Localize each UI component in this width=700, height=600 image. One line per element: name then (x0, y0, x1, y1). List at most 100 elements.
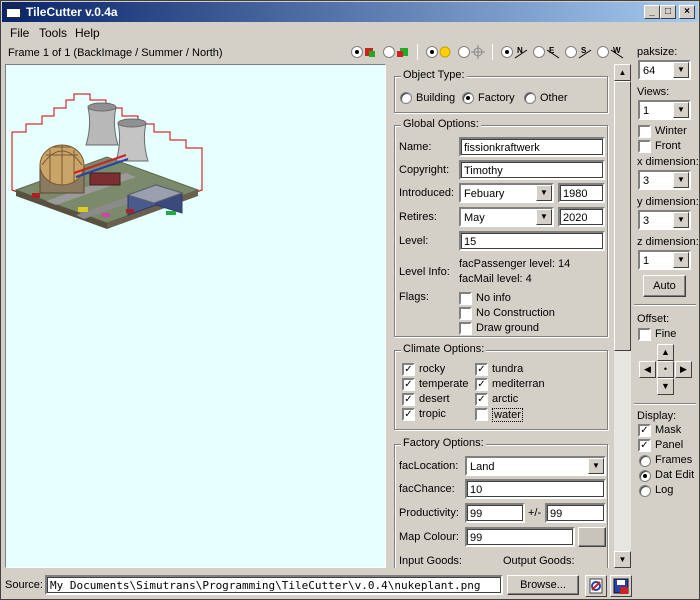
chevron-down-icon[interactable]: ▼ (536, 185, 552, 201)
views-value: 1 (643, 105, 650, 117)
offset-reset-icon[interactable]: • (657, 361, 674, 378)
frames-label: Frames (655, 454, 693, 466)
faclocation-value: Land (470, 461, 495, 473)
scroll-thumb[interactable] (614, 81, 631, 351)
zdim-label: z dimension: (637, 236, 699, 248)
scroll-down-icon[interactable]: ▼ (614, 551, 631, 568)
radio-west[interactable] (597, 46, 609, 58)
radio-building[interactable] (400, 92, 412, 104)
radio-north[interactable] (501, 46, 513, 58)
name-label: Name: (399, 141, 432, 153)
climate-water-checkbox[interactable] (475, 408, 488, 421)
options-panel: Object Type: Building Factory Other Glob… (388, 64, 614, 568)
inputgoods-label: Input Goods: (399, 555, 462, 567)
xdim-select[interactable]: 3 ▼ (638, 170, 691, 190)
climate-tundra-label: tundra (492, 363, 524, 375)
introduced-year-field[interactable]: 1980 (558, 183, 605, 203)
offset-left-icon[interactable]: ◀ (639, 361, 656, 378)
mapcolour-swatch[interactable] (578, 527, 606, 547)
chevron-down-icon[interactable]: ▼ (673, 102, 689, 118)
offset-right-icon[interactable]: ▶ (675, 361, 692, 378)
copyright-field[interactable]: Timothy (459, 160, 605, 180)
views-select[interactable]: 1 ▼ (638, 100, 691, 120)
paksize-label: paksize: (637, 46, 678, 58)
close-button[interactable]: × (679, 5, 695, 19)
radio-back-view[interactable] (351, 46, 363, 58)
menu-tools[interactable]: Tools (39, 26, 67, 40)
menu-file[interactable]: File (10, 26, 29, 40)
minimize-button[interactable]: _ (644, 5, 660, 19)
chevron-down-icon[interactable]: ▼ (673, 62, 689, 78)
window-title: TileCutter v.0.4a (26, 5, 118, 19)
radio-front-view[interactable] (383, 46, 395, 58)
fine-checkbox[interactable] (638, 328, 651, 341)
faclocation-label: facLocation: (399, 460, 459, 472)
name-field[interactable]: fissionkraftwerk (459, 137, 605, 157)
climate-rocky-checkbox[interactable]: ✓ (402, 363, 415, 376)
climate-mediterran-checkbox[interactable]: ✓ (475, 378, 488, 391)
tile-preview (11, 93, 203, 229)
facchance-label: facChance: (399, 483, 455, 495)
radio-factory[interactable] (462, 92, 474, 104)
productivity-label: Productivity: (399, 507, 459, 519)
log-radio[interactable] (639, 485, 651, 497)
app-icon (6, 5, 21, 18)
zdim-select[interactable]: 1 ▼ (638, 250, 691, 270)
display-label: Display: (637, 410, 677, 422)
mapcolour-field[interactable]: 99 (465, 527, 575, 547)
chevron-down-icon[interactable]: ▼ (588, 458, 604, 474)
flag-noinfo-label: No info (476, 292, 511, 304)
plusminus-field[interactable]: 99 (545, 503, 606, 523)
radio-other-label: Other (540, 92, 568, 104)
ydim-select[interactable]: 3 ▼ (638, 210, 691, 230)
flag-noconstruction-checkbox[interactable] (459, 307, 472, 320)
offset-down-icon[interactable]: ▼ (657, 378, 674, 395)
facchance-field[interactable]: 10 (465, 479, 606, 499)
chevron-down-icon[interactable]: ▼ (673, 252, 689, 268)
radio-summer[interactable] (426, 46, 438, 58)
source-path-field[interactable]: My Documents\Simutrans\Programming\TileC… (45, 575, 503, 595)
introduced-month-select[interactable]: Febuary ▼ (459, 183, 554, 203)
climate-arctic-checkbox[interactable]: ✓ (475, 393, 488, 406)
panel-checkbox[interactable]: ✓ (638, 439, 651, 452)
title-bar[interactable]: TileCutter v.0.4a _ □ × (2, 2, 698, 22)
export-icon[interactable] (585, 575, 607, 597)
chevron-down-icon[interactable]: ▼ (673, 212, 689, 228)
climate-tropic-checkbox[interactable]: ✓ (402, 408, 415, 421)
radio-winter[interactable] (458, 46, 470, 58)
flag-noinfo-checkbox[interactable] (459, 292, 472, 305)
scroll-up-icon[interactable]: ▲ (614, 64, 631, 81)
menu-help[interactable]: Help (75, 26, 100, 40)
log-label: Log (655, 484, 674, 496)
productivity-field[interactable]: 99 (465, 503, 525, 523)
options-scrollbar[interactable]: ▲ ▼ (614, 64, 631, 568)
radio-east[interactable] (533, 46, 545, 58)
maximize-button[interactable]: □ (660, 5, 676, 19)
image-canvas[interactable] (5, 64, 386, 568)
front-checkbox[interactable] (638, 140, 651, 153)
flag-drawground-checkbox[interactable] (459, 322, 472, 335)
chevron-down-icon[interactable]: ▼ (536, 209, 552, 225)
auto-button[interactable]: Auto (643, 275, 686, 297)
faclocation-select[interactable]: Land ▼ (465, 456, 606, 476)
mask-checkbox[interactable]: ✓ (638, 424, 651, 437)
climate-tropic-label: tropic (419, 408, 446, 420)
radio-south[interactable] (565, 46, 577, 58)
crosshair-icon (471, 45, 485, 64)
right-separator (634, 403, 696, 405)
chevron-down-icon[interactable]: ▼ (673, 172, 689, 188)
winter-checkbox[interactable] (638, 125, 651, 138)
paksize-select[interactable]: 64 ▼ (638, 60, 691, 80)
level-field[interactable]: 15 (459, 231, 605, 251)
retires-year-field[interactable]: 2020 (558, 207, 605, 227)
browse-button[interactable]: Browse... (507, 575, 579, 595)
offset-up-icon[interactable]: ▲ (657, 344, 674, 361)
save-project-icon[interactable] (610, 575, 632, 597)
climate-tundra-checkbox[interactable]: ✓ (475, 363, 488, 376)
radio-other[interactable] (524, 92, 536, 104)
climate-desert-checkbox[interactable]: ✓ (402, 393, 415, 406)
frames-radio[interactable] (639, 455, 651, 467)
datedit-radio[interactable] (639, 470, 651, 482)
retires-month-select[interactable]: May ▼ (459, 207, 554, 227)
climate-temperate-checkbox[interactable]: ✓ (402, 378, 415, 391)
